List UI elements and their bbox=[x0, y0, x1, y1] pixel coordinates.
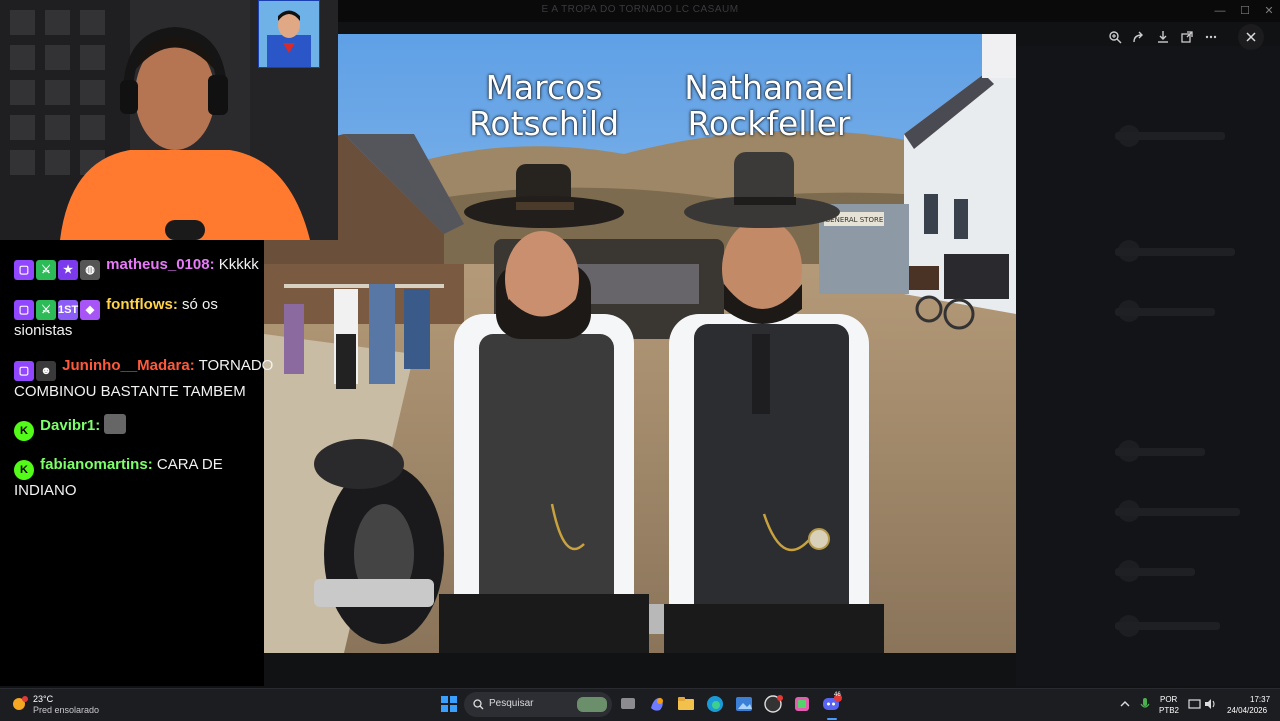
chat-username[interactable]: fontflows: bbox=[106, 296, 178, 313]
zoom-icon[interactable] bbox=[1104, 26, 1126, 48]
ghost-row bbox=[1115, 308, 1215, 316]
emote-icon bbox=[104, 414, 127, 434]
twitch-icon: ▢ bbox=[14, 260, 34, 280]
microphone-icon[interactable] bbox=[1134, 693, 1156, 715]
share-icon[interactable] bbox=[1128, 26, 1150, 48]
meme-image: GENERAL STORE Marcos Rotschild Nathanael… bbox=[264, 34, 1016, 653]
background-side-panel bbox=[1016, 46, 1280, 686]
streaming-app-icon[interactable] bbox=[791, 693, 813, 715]
chevron-up-icon[interactable] bbox=[1114, 693, 1136, 715]
chat-username[interactable]: Davibr1: bbox=[40, 417, 100, 434]
search-placeholder: Pesquisar bbox=[489, 698, 534, 709]
maximize-button[interactable]: ☐ bbox=[1237, 3, 1253, 19]
discord-icon[interactable]: 46 bbox=[820, 692, 842, 715]
open-external-icon[interactable] bbox=[1176, 26, 1198, 48]
more-icon[interactable] bbox=[1200, 26, 1222, 48]
taskbar-search-box[interactable]: Pesquisar bbox=[464, 692, 612, 717]
stream-chat: ▢ ⚔ ★ ◍ matheus_0108: Kkkkk ▢ ⚔ 1ST ◆ fontflow… bbox=[0, 240, 273, 686]
superman-thumbnail bbox=[258, 0, 320, 68]
chat-message: ▢ ⚔ 1ST ◆ fontflows: só os sionistas bbox=[14, 294, 259, 341]
kick-icon: K bbox=[14, 421, 34, 441]
obs-app-icon[interactable] bbox=[762, 693, 784, 715]
first-month-badge-icon: 1ST bbox=[58, 300, 78, 320]
chat-username[interactable]: Juninho__Madara: bbox=[62, 357, 195, 374]
chat-username[interactable]: matheus_0108: bbox=[106, 256, 214, 273]
minimize-button[interactable]: — bbox=[1212, 3, 1228, 19]
download-icon[interactable] bbox=[1152, 26, 1174, 48]
moderator-badge-icon: ⚔ bbox=[36, 300, 56, 320]
task-view-icon[interactable] bbox=[617, 693, 639, 715]
photos-app-icon[interactable] bbox=[733, 693, 755, 715]
weather-icon[interactable] bbox=[10, 694, 30, 714]
close-window-button[interactable]: ✕ bbox=[1261, 3, 1277, 19]
twitch-icon: ▢ bbox=[14, 361, 34, 381]
chat-message: K fabianomartins: CARA DE INDIANO bbox=[14, 454, 264, 501]
weather-temperature[interactable]: 23°C bbox=[33, 694, 53, 704]
chat-username[interactable]: fabianomartins: bbox=[40, 456, 153, 473]
chat-message: K Davibr1: bbox=[14, 414, 332, 441]
discord-badge: 46 bbox=[834, 692, 841, 698]
chat-message: ▢ ⚔ ★ ◍ matheus_0108: Kkkkk bbox=[14, 254, 332, 280]
right-name-label: Nathanael Rockfeller bbox=[684, 68, 854, 143]
ghost-row bbox=[1115, 448, 1205, 456]
left-name-label: Marcos Rotschild bbox=[468, 68, 620, 143]
volume-icon[interactable] bbox=[1200, 693, 1222, 715]
ghost-row bbox=[1115, 568, 1195, 576]
search-icon bbox=[473, 699, 484, 710]
copilot-icon[interactable] bbox=[646, 693, 668, 715]
edge-browser-icon[interactable] bbox=[704, 693, 726, 715]
windows-taskbar: 23°C Pred ensolarado Pesquisar 46 POR PT… bbox=[0, 688, 1280, 721]
sub-badge-icon: ☻ bbox=[36, 361, 56, 381]
twitch-icon: ▢ bbox=[14, 300, 34, 320]
image-viewer-toolbar bbox=[1104, 24, 1234, 50]
vip-star-icon: ★ bbox=[58, 260, 78, 280]
chat-text: Kkkkk bbox=[214, 256, 259, 273]
diamond-badge-icon: ◆ bbox=[80, 300, 100, 320]
custom-badge-icon: ◍ bbox=[80, 260, 100, 280]
clock-date[interactable]: 24/04/2026 bbox=[1227, 706, 1267, 715]
clock-time[interactable]: 17:37 bbox=[1250, 695, 1270, 704]
moderator-badge-icon: ⚔ bbox=[36, 260, 56, 280]
file-explorer-icon[interactable] bbox=[675, 693, 697, 715]
ghost-row bbox=[1115, 132, 1225, 140]
ghost-row bbox=[1115, 622, 1220, 630]
ghost-row bbox=[1115, 508, 1240, 516]
webcam-overlay bbox=[0, 0, 338, 240]
keyboard-layout-indicator[interactable]: PTB2 bbox=[1159, 706, 1179, 715]
ghost-row bbox=[1115, 248, 1235, 256]
windows-start-icon[interactable] bbox=[438, 693, 460, 715]
weather-description[interactable]: Pred ensolarado bbox=[33, 705, 99, 715]
close-icon[interactable] bbox=[1238, 24, 1264, 50]
search-highlight-icon bbox=[577, 697, 607, 712]
kick-icon: K bbox=[14, 460, 34, 480]
chat-message: ▢ ☻ Juninho__Madara: TORNADO COMBINOU BAS… bbox=[14, 355, 332, 402]
language-indicator[interactable]: POR bbox=[1160, 695, 1177, 704]
